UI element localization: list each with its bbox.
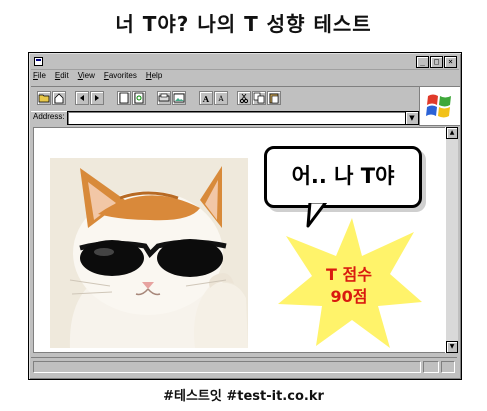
status-panel-zone [423, 361, 439, 373]
speech-bubble: 어.. 나 T야 [264, 146, 422, 208]
menu-edit[interactable]: Edit [55, 71, 69, 85]
copy-icon[interactable] [252, 91, 266, 105]
close-button[interactable]: × [444, 56, 457, 68]
footer-hashtags: #테스트잇 #test-it.co.kr [163, 389, 324, 404]
menu-view[interactable]: View [78, 71, 95, 85]
app-icon [34, 57, 43, 66]
score-label: T 점수 [326, 265, 372, 284]
menu-bar: File Edit View Favorites Help [33, 71, 162, 85]
title-bar: _ □ × [31, 55, 459, 70]
open-folder-icon[interactable] [37, 91, 51, 105]
page-icon[interactable] [117, 91, 131, 105]
score-value: 90점 [330, 287, 368, 306]
browser-window: _ □ × File Edit View Favorites Help A A … [28, 52, 462, 380]
print-icon[interactable] [157, 91, 171, 105]
maximize-button[interactable]: □ [430, 56, 443, 68]
page-title: 너 T야? 나의 T 성향 테스트 [115, 12, 372, 36]
menu-file[interactable]: File [33, 71, 46, 85]
menu-favorites[interactable]: Favorites [104, 71, 137, 85]
speech-bubble-text: 어.. 나 T야 [291, 164, 395, 188]
image-icon[interactable] [172, 91, 186, 105]
cat-sunglasses-image [50, 158, 248, 348]
score-text: T 점수 90점 [274, 264, 424, 308]
back-icon[interactable] [75, 91, 89, 105]
menu-help[interactable]: Help [146, 71, 162, 85]
home-icon[interactable] [52, 91, 66, 105]
font-smaller-icon[interactable]: A [214, 91, 228, 105]
scroll-up-button[interactable]: ▲ [446, 127, 458, 139]
address-dropdown-button[interactable]: ▼ [405, 111, 419, 125]
status-panel-main [33, 361, 421, 373]
font-larger-icon[interactable]: A [199, 91, 213, 105]
forward-icon[interactable] [90, 91, 104, 105]
cut-icon[interactable] [237, 91, 251, 105]
refresh-icon[interactable] [132, 91, 146, 105]
paste-icon[interactable] [267, 91, 281, 105]
status-bar [31, 357, 457, 374]
address-bar: Address: ▼ [31, 111, 419, 125]
scroll-down-button[interactable]: ▼ [446, 341, 458, 353]
address-label: Address: [33, 112, 65, 121]
minimize-button[interactable]: _ [416, 56, 429, 68]
page-content: 어.. 나 T야 T 점수 90점 [33, 127, 447, 353]
toolbar: A A [31, 86, 419, 112]
status-panel-resize [441, 361, 455, 373]
address-input[interactable] [67, 111, 407, 125]
vertical-scrollbar[interactable]: ▲ ▼ [445, 127, 458, 353]
windows-logo [419, 86, 461, 126]
